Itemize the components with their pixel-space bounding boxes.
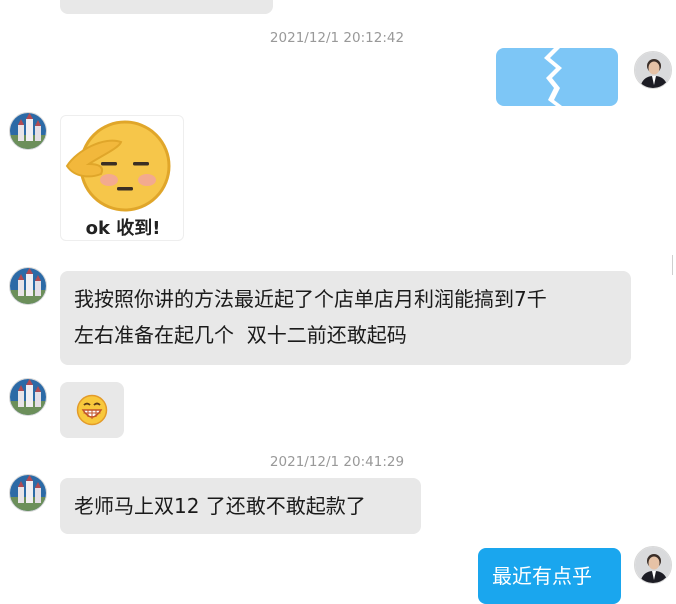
- message-bubble-sent[interactable]: 最近有点乎: [478, 548, 621, 604]
- contact-avatar[interactable]: [9, 378, 47, 416]
- emoji-bubble[interactable]: [60, 382, 124, 438]
- user-avatar[interactable]: [634, 51, 672, 89]
- user-avatar[interactable]: [634, 546, 672, 584]
- broken-image-icon: [544, 48, 562, 106]
- scrollbar-edge[interactable]: [672, 255, 676, 275]
- sticker-caption: ok 收到!: [85, 218, 161, 239]
- timestamp: 2021/12/1 20:12:42: [269, 30, 405, 46]
- salute-emoji-sticker: [65, 120, 171, 212]
- message-bubble-previous[interactable]: [60, 0, 273, 14]
- contact-avatar[interactable]: [9, 474, 47, 512]
- chat-area: 2021/12/1 20:12:42 ok 收到! 我按照你讲的方法最近起了个店…: [0, 0, 676, 604]
- grin-emoji-icon: [76, 394, 108, 426]
- message-text: 老师马上双12 了还敢不敢起款了: [74, 494, 366, 518]
- message-text-line1: 我按照你讲的方法最近起了个店单店月利润能搞到7千: [74, 287, 547, 311]
- message-bubble[interactable]: 老师马上双12 了还敢不敢起款了: [60, 478, 421, 534]
- message-text: 最近有点乎: [492, 564, 592, 588]
- message-text-line2: 左右准备在起几个 双十二前还敢起码: [74, 323, 407, 347]
- broken-image-bubble[interactable]: [496, 48, 618, 106]
- contact-avatar[interactable]: [9, 112, 47, 150]
- contact-avatar[interactable]: [9, 267, 47, 305]
- message-bubble[interactable]: 我按照你讲的方法最近起了个店单店月利润能搞到7千 左右准备在起几个 双十二前还敢…: [60, 271, 631, 365]
- timestamp: 2021/12/1 20:41:29: [269, 454, 405, 470]
- sticker-bubble[interactable]: ok 收到!: [60, 115, 184, 241]
